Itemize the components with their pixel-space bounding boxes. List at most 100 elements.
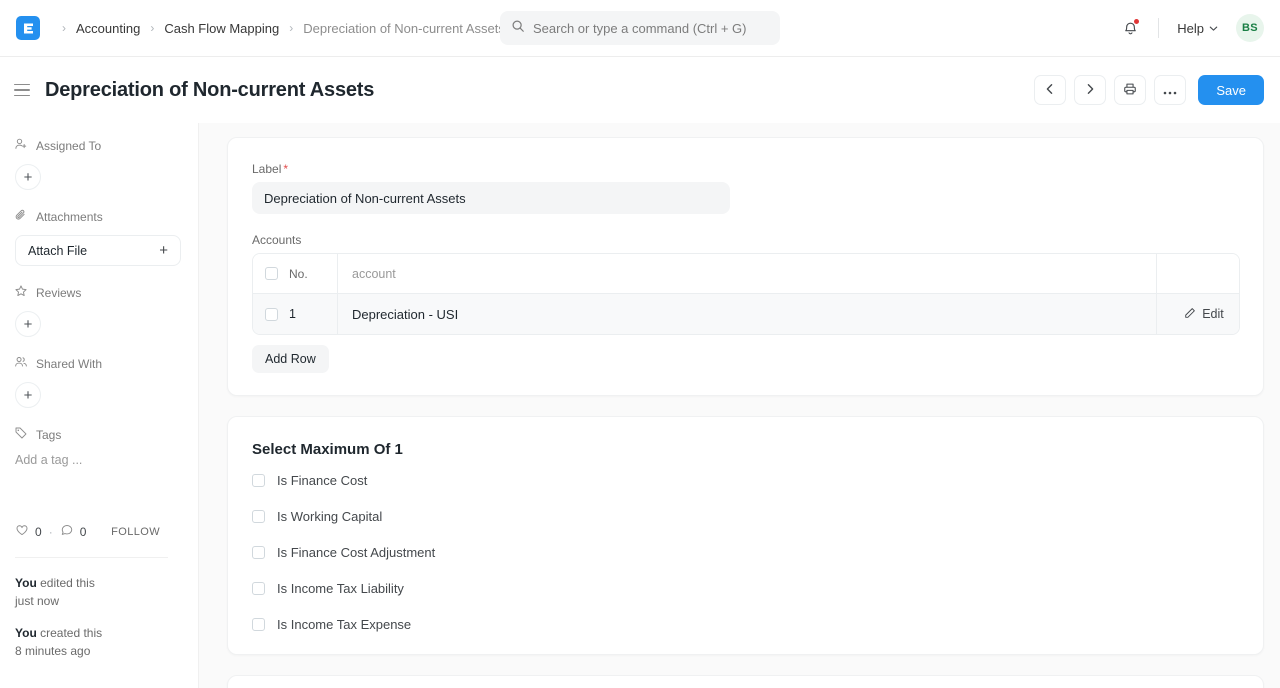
assigned-to-header: Assigned To	[14, 137, 182, 154]
avatar[interactable]: BS	[1236, 14, 1264, 42]
users-icon	[14, 355, 28, 372]
table-row[interactable]: 1 Depreciation - USI Edit	[253, 294, 1239, 334]
plus-icon: +	[159, 242, 168, 259]
sidebar-section-tags: Tags Add a tag ...	[14, 426, 182, 467]
activity-item: You created this 8 minutes ago	[15, 624, 182, 660]
heart-icon	[15, 523, 29, 540]
checkbox-box[interactable]	[252, 474, 265, 487]
print-button[interactable]	[1114, 75, 1146, 105]
top-navbar: › Accounting › Cash Flow Mapping › Depre…	[0, 0, 1280, 57]
breadcrumb-item-cash-flow-mapping[interactable]: Cash Flow Mapping	[164, 21, 279, 36]
row-account[interactable]: Depreciation - USI	[337, 294, 1156, 334]
checkbox-label: Is Income Tax Liability	[277, 581, 404, 596]
page-actions: Save	[1034, 75, 1264, 105]
breadcrumb-separator: ›	[54, 21, 74, 35]
shared-with-header: Shared With	[14, 355, 182, 372]
activity-action: edited this	[37, 576, 95, 590]
checkbox-box[interactable]	[252, 618, 265, 631]
stat-separator: ·	[49, 525, 53, 539]
checkbox-is-income-tax-expense[interactable]: Is Income Tax Expense	[252, 617, 1239, 632]
save-button[interactable]: Save	[1198, 75, 1264, 105]
help-label: Help	[1177, 21, 1204, 36]
add-assignment-button[interactable]: +	[15, 164, 41, 190]
breadcrumb-item-accounting[interactable]: Accounting	[76, 21, 140, 36]
row-edit-button[interactable]: Edit	[1156, 294, 1239, 334]
accounts-field-label: Accounts	[252, 233, 1239, 247]
comment-icon	[60, 523, 74, 540]
activity-time: 8 minutes ago	[15, 642, 182, 660]
attachments-label: Attachments	[36, 211, 103, 223]
notifications-button[interactable]	[1114, 12, 1146, 44]
comment-stat[interactable]: 0	[60, 523, 87, 540]
prev-document-button[interactable]	[1034, 75, 1066, 105]
checkbox-is-finance-cost[interactable]: Is Finance Cost	[252, 473, 1239, 488]
checkbox-box[interactable]	[252, 582, 265, 595]
checkbox-is-income-tax-liability[interactable]: Is Income Tax Liability	[252, 581, 1239, 596]
row-edit-label: Edit	[1202, 307, 1224, 321]
comment-count: 0	[80, 525, 87, 539]
chevron-left-icon	[1044, 83, 1056, 98]
sidebar-section-reviews: Reviews +	[14, 284, 182, 337]
checkbox-is-working-capital[interactable]: Is Working Capital	[252, 509, 1239, 524]
search-input[interactable]	[533, 21, 769, 36]
grid-select-all-cell	[253, 254, 289, 293]
label-field-label: Label*	[252, 162, 1239, 176]
next-document-button[interactable]	[1074, 75, 1106, 105]
page-body: Assigned To + Attachments Attach File +	[0, 123, 1280, 688]
erpnext-logo-icon[interactable]	[16, 16, 40, 40]
attach-file-label: Attach File	[28, 244, 87, 258]
sidebar-section-shared-with: Shared With +	[14, 355, 182, 408]
row-checkbox[interactable]	[265, 308, 278, 321]
accounts-grid: No. account 1 Depreciation - USI	[252, 253, 1240, 335]
reviews-header: Reviews	[14, 284, 182, 301]
breadcrumb-item-current: Depreciation of Non-current Assets	[303, 21, 505, 36]
activity-action: created this	[37, 626, 102, 640]
add-row-button[interactable]: Add Row	[252, 345, 329, 373]
breadcrumb: › Accounting › Cash Flow Mapping › Depre…	[54, 21, 505, 36]
attach-file-button[interactable]: Attach File +	[15, 235, 181, 266]
sidebar-section-assigned-to: Assigned To +	[14, 137, 182, 190]
chevron-down-icon	[1209, 21, 1218, 36]
activity-item: You edited this just now	[15, 574, 182, 610]
page-title: Depreciation of Non-current Assets	[45, 79, 374, 102]
checkbox-label: Is Finance Cost Adjustment	[277, 545, 435, 560]
checkbox-label: Is Finance Cost	[277, 473, 367, 488]
form-sidebar: Assigned To + Attachments Attach File +	[0, 123, 199, 688]
activity-user: You	[15, 626, 37, 640]
add-tag-input[interactable]: Add a tag ...	[14, 453, 182, 467]
chevron-right-icon	[1084, 83, 1096, 98]
activity-user: You	[15, 576, 37, 590]
printer-icon	[1123, 82, 1137, 99]
paperclip-icon	[14, 208, 28, 225]
like-count: 0	[35, 525, 42, 539]
ellipsis-icon	[1163, 83, 1177, 98]
more-options-button[interactable]	[1154, 75, 1186, 105]
breadcrumb-separator: ›	[281, 21, 301, 35]
pencil-icon	[1184, 307, 1196, 322]
global-search	[500, 11, 780, 45]
select-maximum-card: Select Maximum Of 1 Is Finance Cost Is W…	[227, 416, 1264, 655]
tags-header: Tags	[14, 426, 182, 443]
grid-header-account: account	[337, 254, 1156, 293]
add-share-button[interactable]: +	[15, 382, 41, 408]
search-icon	[511, 19, 525, 38]
help-menu-button[interactable]: Help	[1171, 17, 1224, 40]
label-input[interactable]	[252, 182, 730, 214]
checkbox-label: Is Income Tax Expense	[277, 617, 411, 632]
hamburger-icon[interactable]	[14, 80, 34, 100]
required-indicator: *	[283, 162, 288, 176]
checkbox-box[interactable]	[252, 510, 265, 523]
grid-header-no: No.	[289, 254, 337, 293]
navbar-right-actions: Help BS	[1114, 12, 1264, 44]
search-box[interactable]	[500, 11, 780, 45]
add-review-button[interactable]: +	[15, 311, 41, 337]
like-stat[interactable]: 0	[15, 523, 42, 540]
tag-icon	[14, 426, 28, 443]
checkbox-box[interactable]	[252, 546, 265, 559]
follow-button[interactable]: FOLLOW	[111, 526, 182, 538]
checkbox-is-finance-cost-adjustment[interactable]: Is Finance Cost Adjustment	[252, 545, 1239, 560]
next-card-partial	[227, 675, 1264, 688]
grid-header-row: No. account	[253, 254, 1239, 294]
select-all-checkbox[interactable]	[265, 267, 278, 280]
label-field-text: Label	[252, 162, 281, 176]
